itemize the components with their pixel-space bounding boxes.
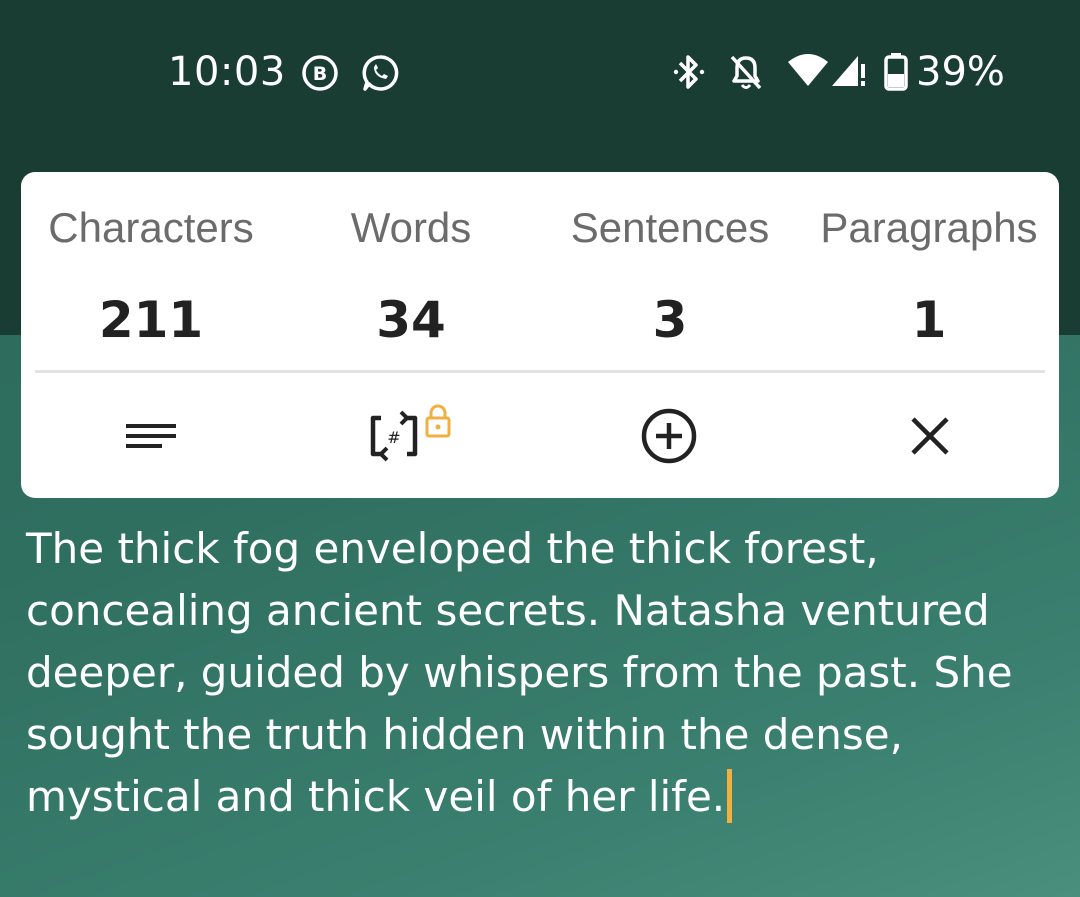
bell-off-icon <box>730 55 762 90</box>
lock-icon <box>425 404 451 438</box>
stats-card: Characters 211 Words 34 Sentences 3 Para… <box>21 172 1059 498</box>
sentences-label: Sentences <box>570 204 770 251</box>
wifi-icon <box>788 54 828 86</box>
text-editor[interactable]: The thick fog enveloped the thick forest… <box>26 518 1066 828</box>
menu-button[interactable] <box>119 404 183 468</box>
svg-text:#: # <box>387 428 400 447</box>
battery-icon <box>884 53 908 91</box>
menu-lines-icon <box>126 424 176 448</box>
text-content: The thick fog enveloped the thick forest… <box>26 524 1013 821</box>
battery-percentage: 39% <box>916 49 1005 95</box>
text-cursor <box>727 769 733 823</box>
sentences-count: 3 <box>652 291 688 349</box>
stats-divider <box>35 370 1045 373</box>
svg-text:B: B <box>313 63 327 85</box>
status-bar: 10:03 B 39% <box>0 0 1080 145</box>
close-icon <box>911 417 949 455</box>
bluetooth-icon <box>673 55 705 89</box>
close-button[interactable] <box>898 404 962 468</box>
hash-refresh-icon: # <box>370 404 451 462</box>
paragraphs-count: 1 <box>911 291 947 349</box>
signal-icon <box>832 56 865 86</box>
whatsapp-icon <box>362 55 399 91</box>
hash-refresh-button[interactable]: # <box>365 404 455 468</box>
add-button[interactable] <box>637 404 701 468</box>
words-label: Words <box>350 204 472 251</box>
paragraphs-label: Paragraphs <box>820 204 1038 251</box>
characters-label: Characters <box>48 204 254 251</box>
add-circle-icon <box>641 408 697 464</box>
clock: 10:03 <box>168 49 286 95</box>
words-count: 34 <box>376 291 446 349</box>
b-circle-icon: B <box>302 55 338 91</box>
characters-count: 211 <box>98 291 204 349</box>
